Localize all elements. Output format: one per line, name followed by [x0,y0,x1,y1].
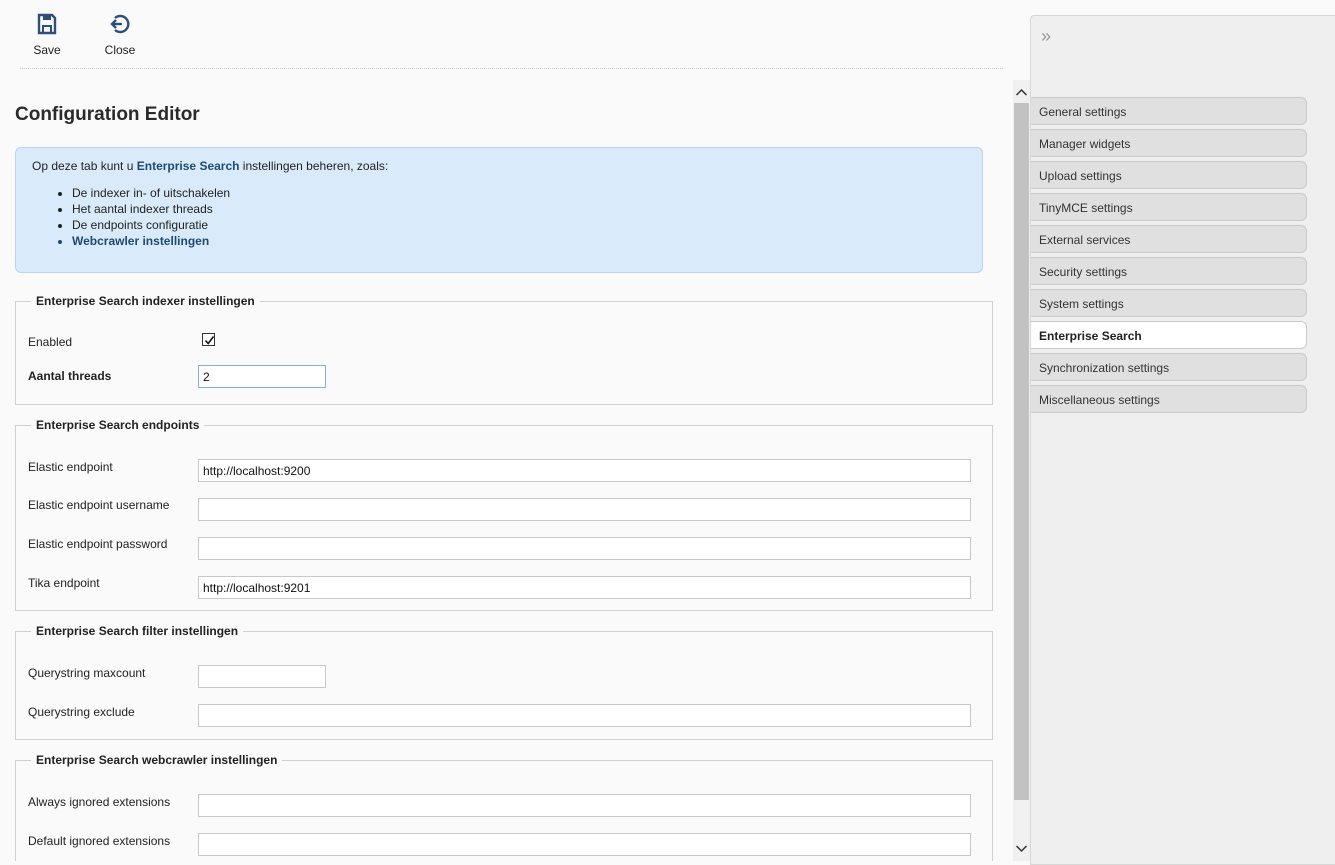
default-label: Default ignored extensions [28,834,171,848]
nav-item-external-services[interactable]: External services [1031,225,1307,253]
nav-item-miscellaneous-settings[interactable]: Miscellaneous settings [1031,385,1307,413]
always-label: Always ignored extensions [28,795,171,809]
enabled-label: Enabled [28,335,73,349]
elastic-username-input[interactable] [198,498,971,521]
maxcount-input[interactable] [198,665,326,688]
tika-endpoint-input[interactable] [198,576,971,599]
settings-panel: » General settings Manager widgets Uploa… [1030,15,1335,865]
info-intro: Op deze tab kunt u Enterprise Search ins… [32,159,966,173]
info-list: De indexer in- of uitschakelen Het aanta… [32,185,966,249]
threads-label: Aantal threads [28,369,112,383]
webcrawler-group: Enterprise Search webcrawler instellinge… [15,753,993,861]
nav-item-system-settings[interactable]: System settings [1031,289,1307,317]
elastic-row: Elastic endpoint [28,456,971,482]
tika-row: Tika endpoint [28,572,971,599]
close-label: Close [104,43,136,57]
maxcount-label: Querystring maxcount [28,666,146,680]
save-icon [28,12,66,40]
endpoints-legend: Enterprise Search endpoints [36,418,200,432]
save-button[interactable]: Save [28,12,66,57]
password-label: Elastic endpoint password [28,537,168,551]
main-content: Configuration Editor Op deze tab kunt u … [0,70,1012,861]
collapse-panel-icon[interactable]: » [1041,26,1051,47]
info-bullet: De indexer in- of uitschakelen [72,185,966,201]
always-row: Always ignored extensions [28,791,971,817]
scrollbar-thumb[interactable] [1014,103,1029,800]
enabled-row: Enabled [28,331,971,355]
nav-item-enterprise-search[interactable]: Enterprise Search [1031,321,1307,349]
info-bullet: Webcrawler instellingen [72,233,966,249]
nav-item-security-settings[interactable]: Security settings [1031,257,1307,285]
threads-row: Aantal threads [28,365,971,389]
info-intro-strong: Enterprise Search [136,159,240,173]
maxcount-row: Querystring maxcount [28,662,971,688]
exclude-row: Querystring exclude [28,701,971,727]
always-ignored-input[interactable] [198,794,971,817]
default-ignored-input[interactable] [198,833,971,856]
info-bullet: Het aantal indexer threads [72,201,966,217]
info-box: Op deze tab kunt u Enterprise Search ins… [15,147,983,273]
nav-item-upload-settings[interactable]: Upload settings [1031,161,1307,189]
info-intro-suffix: instellingen beheren, zoals: [239,159,389,173]
elastic-endpoint-input[interactable] [198,459,971,482]
info-bullet: De endpoints configuratie [72,217,966,233]
filter-group: Enterprise Search filter instellingen Qu… [15,624,993,740]
endpoints-group: Enterprise Search endpoints Elastic endp… [15,418,993,611]
settings-nav: General settings Manager widgets Upload … [1031,97,1307,417]
nav-item-tinymce-settings[interactable]: TinyMCE settings [1031,193,1307,221]
indexer-legend: Enterprise Search indexer instellingen [36,294,255,308]
nav-item-general-settings[interactable]: General settings [1031,97,1307,125]
threads-input[interactable] [198,365,326,388]
nav-item-synchronization-settings[interactable]: Synchronization settings [1031,353,1307,381]
close-icon [100,12,140,40]
toolbar: Save Close [20,8,1003,69]
close-button[interactable]: Close [100,12,140,57]
page-title: Configuration Editor [15,104,200,125]
scroll-up-icon[interactable] [1013,82,1030,102]
indexer-group: Enterprise Search indexer instellingen E… [15,294,993,405]
scroll-down-icon[interactable] [1013,839,1030,859]
webcrawler-legend: Enterprise Search webcrawler instellinge… [36,753,278,767]
nav-item-manager-widgets[interactable]: Manager widgets [1031,129,1307,157]
info-intro-prefix: Op deze tab kunt u [32,159,137,173]
default-row: Default ignored extensions [28,830,971,856]
elastic-label: Elastic endpoint [28,460,113,474]
username-row: Elastic endpoint username [28,494,971,521]
exclude-input[interactable] [198,704,971,727]
password-row: Elastic endpoint password [28,533,971,560]
checkmark-icon [204,336,215,345]
exclude-label: Querystring exclude [28,705,135,719]
elastic-password-input[interactable] [198,537,971,560]
filter-legend: Enterprise Search filter instellingen [36,624,239,638]
username-label: Elastic endpoint username [28,498,170,512]
enabled-checkbox[interactable] [202,333,215,346]
tika-label: Tika endpoint [28,576,100,590]
main-scrollbar[interactable] [1013,80,1030,861]
save-label: Save [33,43,61,57]
